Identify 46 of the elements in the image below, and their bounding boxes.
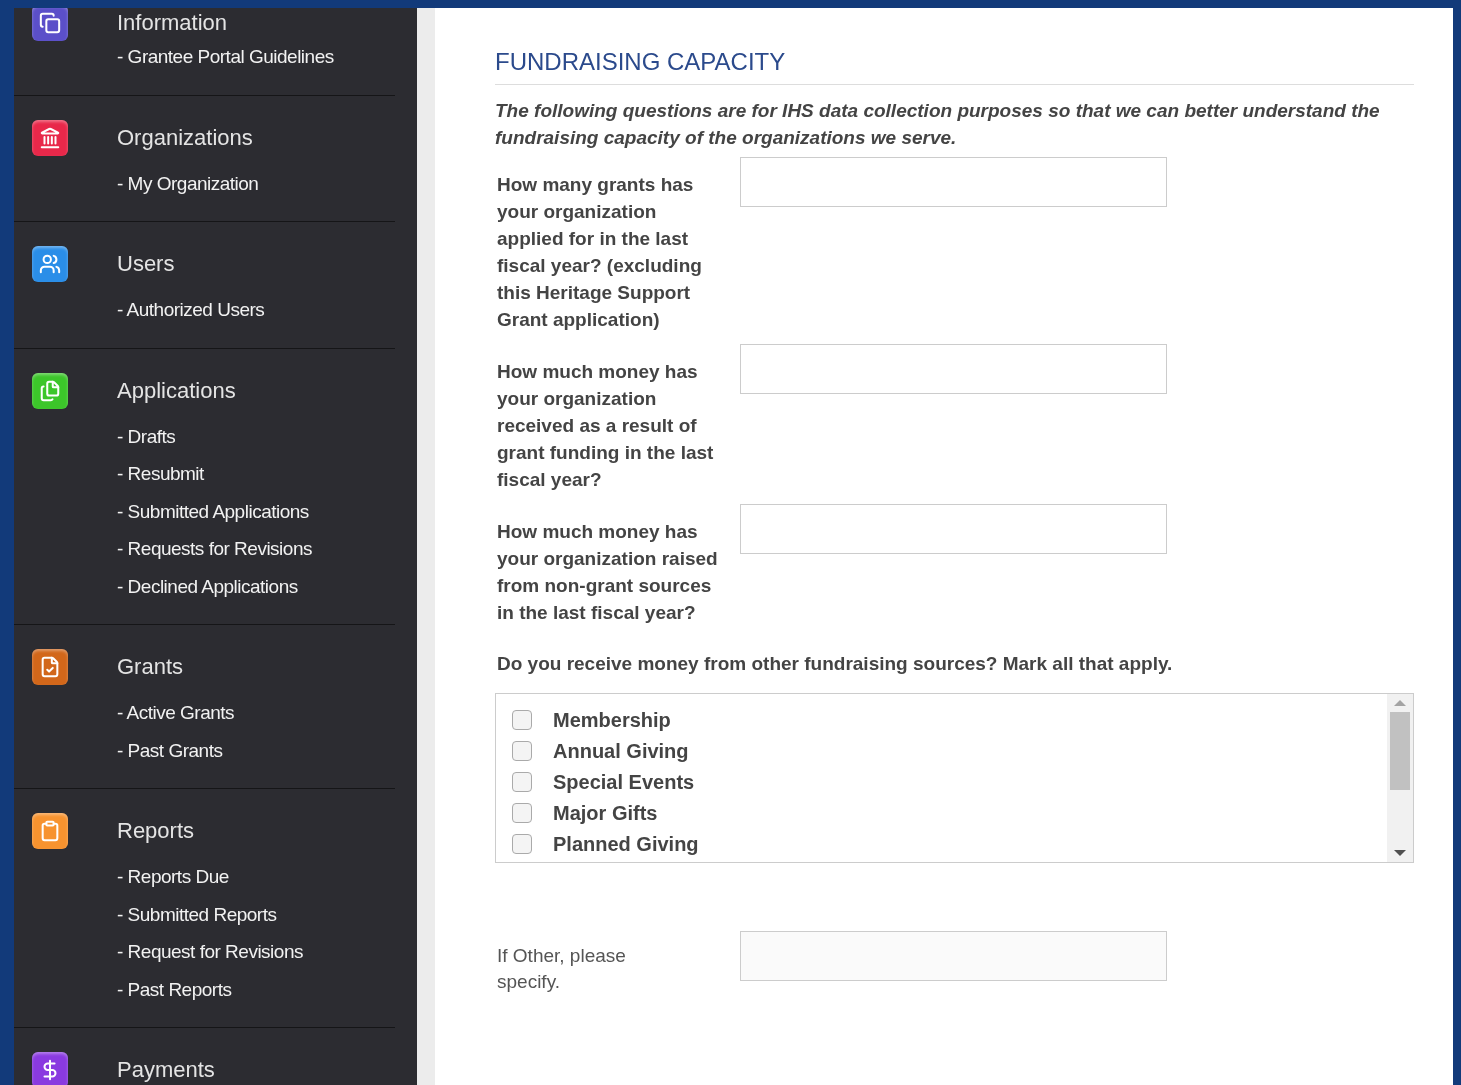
sidebar-link[interactable]: - Past Grants	[117, 731, 235, 769]
scroll-down-icon[interactable]	[1394, 850, 1406, 856]
sidebar-link[interactable]: - Requests for Revisions	[117, 530, 312, 568]
field-label: If Other, please specify.	[496, 944, 627, 994]
checkbox[interactable]	[512, 833, 532, 854]
checkbox[interactable]	[512, 802, 532, 823]
question-label: Do you receive money from other fundraising sources? Mark all that apply.	[496, 652, 1174, 676]
sidebar-link[interactable]: - My Organization	[117, 164, 259, 202]
sidebar-link[interactable]: - Submitted Reports	[117, 895, 303, 933]
sidebar-section-title[interactable]: Grants	[117, 652, 235, 682]
answer-field[interactable]	[740, 157, 1167, 207]
answer-field[interactable]	[740, 504, 1167, 554]
checkbox-label: Membership	[553, 707, 671, 733]
sidebar-link[interactable]: - Past Reports	[117, 970, 303, 1008]
checkbox[interactable]	[512, 709, 532, 730]
sidebar-link[interactable]: - Drafts	[117, 417, 312, 455]
question-label: How much money has your organization raised from non-grant sources in the last fiscal year?	[496, 520, 719, 625]
intro-text: The following questions are for IHS data collection purposes so that we can better understand the fundraising capacity of the organizations we serve.	[495, 99, 1380, 150]
sidebar-link[interactable]: - Authorized Users	[117, 291, 265, 329]
sidebar-section-title[interactable]: Payments	[117, 1055, 215, 1085]
sidebar-section-title[interactable]: Reports	[117, 816, 303, 846]
sidebar-link[interactable]: - Resubmit	[117, 455, 312, 493]
checkbox-label: Planned Giving	[553, 831, 699, 857]
question-label: How many grants has your organization applied for in the last fiscal year? (excluding this Heritage Support Grant application)	[496, 173, 703, 332]
question-label: How much money has your organization received as a result of grant funding in the last fiscal year?	[496, 360, 715, 492]
sidebar-section-title[interactable]: Information	[117, 8, 334, 38]
sidebar-section-title[interactable]: Users	[117, 249, 265, 279]
section-heading: FUNDRAISING CAPACITY	[495, 46, 1414, 85]
sidebar-link[interactable]: - Reports Due	[117, 858, 303, 896]
checkbox-label: Special Events	[553, 769, 695, 795]
scrollbar-thumb[interactable]	[1390, 712, 1410, 790]
sidebar-link[interactable]: - Declined Applications	[117, 567, 312, 605]
sidebar-link[interactable]: - Submitted Applications	[117, 492, 312, 530]
other-field[interactable]	[740, 931, 1167, 981]
scroll-up-icon[interactable]	[1394, 700, 1406, 706]
scrollbar[interactable]	[1387, 694, 1413, 862]
sidebar-section-title[interactable]: Organizations	[117, 122, 259, 153]
checkbox[interactable]	[512, 740, 532, 761]
checkbox-label: Major Gifts	[553, 800, 658, 826]
answer-field[interactable]	[740, 344, 1167, 394]
sidebar-link[interactable]: - Grantee Portal Guidelines	[117, 38, 334, 76]
sidebar-section-title[interactable]: Applications	[117, 375, 312, 406]
checkbox-label: Annual Giving	[553, 738, 689, 764]
sidebar-link[interactable]: - Request for Revisions	[117, 933, 303, 971]
sidebar-link[interactable]: - Active Grants	[117, 694, 235, 732]
checkbox[interactable]	[512, 771, 532, 792]
